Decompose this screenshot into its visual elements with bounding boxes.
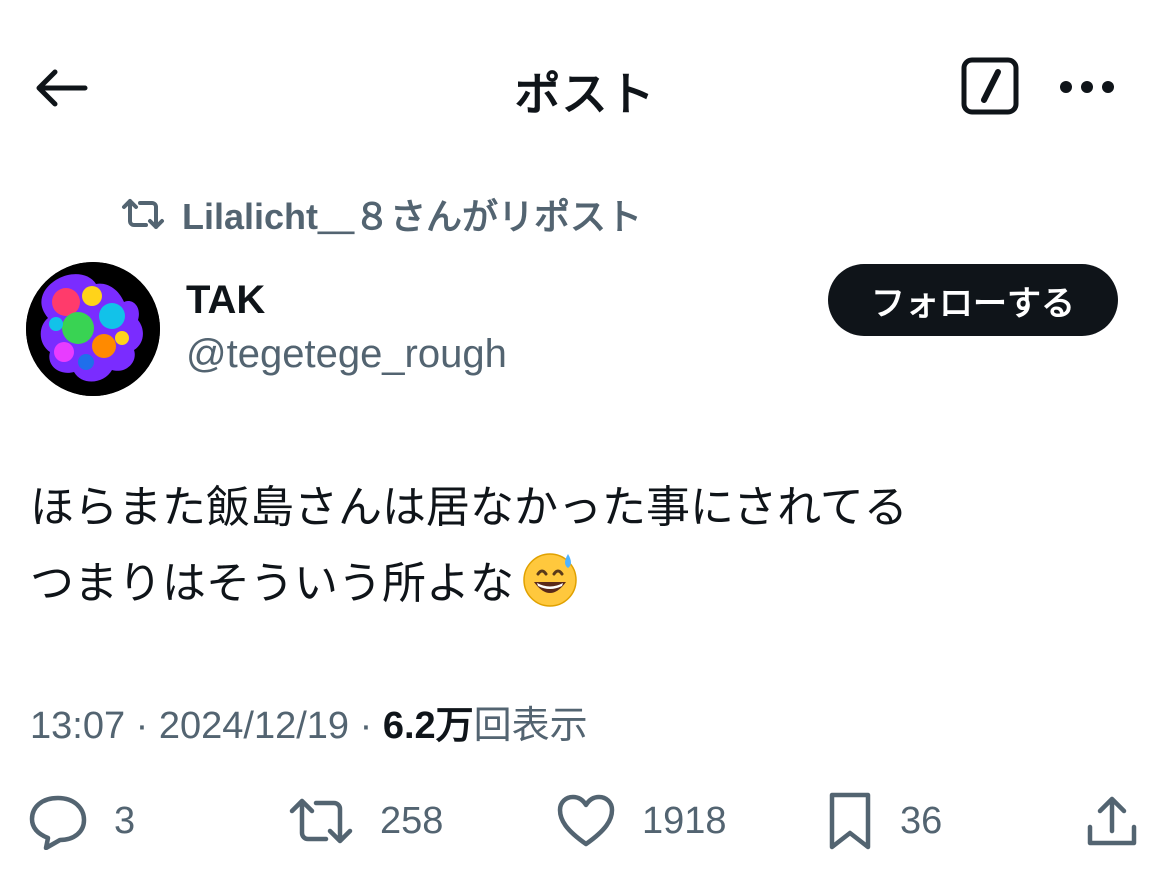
- tweet-line-2-text: つまりはそういう所よな: [30, 559, 514, 608]
- follow-button[interactable]: フォローする: [828, 264, 1118, 336]
- repost-button[interactable]: 258: [288, 786, 443, 856]
- action-bar: 3 258 1918 36: [0, 786, 1170, 856]
- reply-button[interactable]: 3: [28, 786, 135, 856]
- more-horizontal-icon: [1060, 81, 1114, 93]
- grinning-face-with-sweat-icon: [520, 548, 580, 632]
- bookmark-button[interactable]: 36: [826, 786, 942, 856]
- edit-button[interactable]: [956, 54, 1024, 118]
- share-button[interactable]: [1084, 786, 1140, 856]
- reply-count: 3: [114, 799, 136, 842]
- more-button[interactable]: [1052, 58, 1122, 116]
- tweet-line-1: ほらまた飯島さんは居なかった事にされてる: [30, 483, 908, 532]
- reply-icon: [29, 795, 87, 850]
- repost-icon: [122, 199, 164, 229]
- repost-count: 258: [380, 799, 444, 842]
- like-button[interactable]: 1918: [556, 786, 727, 856]
- repost-indicator[interactable]: Lilalicht＿８さんがリポスト: [120, 192, 642, 237]
- tweet-date: 2024/12/19: [158, 705, 350, 747]
- author-handle[interactable]: @tegetege_rough: [186, 332, 507, 377]
- slash-square-icon: [961, 57, 1019, 115]
- views-count: 6.2万: [382, 705, 474, 747]
- bookmark-icon: [829, 792, 871, 850]
- heart-icon: [557, 794, 615, 847]
- tweet-text: ほらまた飯島さんは居なかった事にされてる つまりはそういう所よな: [30, 470, 908, 632]
- repost-icon: [289, 798, 353, 844]
- tweet-meta: 13:07 · 2024/12/19 · 6.2万回表示: [30, 705, 588, 747]
- bookmark-count: 36: [900, 799, 943, 842]
- avatar[interactable]: [26, 262, 160, 396]
- views-label: 回表示: [473, 705, 588, 747]
- tweet-time: 13:07: [30, 705, 126, 747]
- repost-label: Lilalicht＿８さんがリポスト: [182, 196, 643, 237]
- like-count: 1918: [642, 799, 727, 842]
- share-icon: [1087, 796, 1137, 846]
- tweet-line-2: つまりはそういう所よな: [30, 546, 908, 632]
- author-name[interactable]: TAK: [186, 278, 265, 323]
